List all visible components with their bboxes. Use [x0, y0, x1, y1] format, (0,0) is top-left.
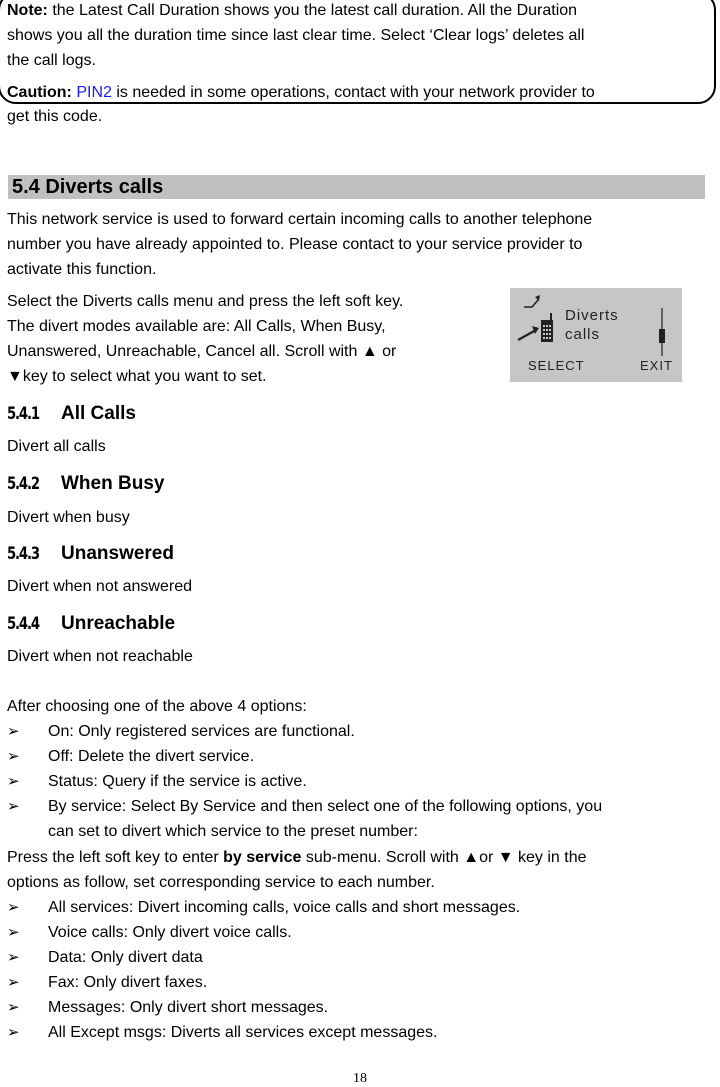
caution-label: Caution: — [7, 84, 72, 101]
intro-line: number you have already appointed to. Pl… — [7, 236, 583, 253]
instruction-line: Select the Diverts calls menu and press … — [7, 293, 404, 310]
service-item: Data: Only divert data — [48, 949, 203, 966]
by-service-pre: Press the left soft key to enter — [7, 849, 224, 866]
intro-line: activate this function. — [7, 261, 157, 278]
subsection-text: Divert all calls — [7, 438, 106, 455]
arrow-bullet-icon: ➢ — [7, 1024, 20, 1041]
scrollbar-thumb — [659, 329, 665, 343]
subsection-text: Divert when not reachable — [7, 648, 193, 665]
subsection-number: 5.4.4 — [7, 614, 40, 634]
subsection-title: All Calls — [61, 403, 136, 424]
arrow-bullet-icon: ➢ — [7, 798, 20, 815]
arrow-bullet-icon: ➢ — [7, 924, 20, 941]
note-line-2: shows you all the duration time since la… — [7, 27, 585, 44]
instruction-line: ▼key to select what you want to set. — [7, 368, 267, 385]
section-title: 5.4 Diverts calls — [12, 176, 164, 198]
arrow-bullet-icon: ➢ — [7, 773, 20, 790]
note-line-3: the call logs. — [7, 52, 96, 69]
option-item: On: Only registered services are functio… — [48, 723, 355, 740]
phone-menu-line-1: Diverts — [565, 307, 619, 324]
note-text: the Latest Call Duration shows you the l… — [47, 2, 578, 19]
intro-line: This network service is used to forward … — [7, 211, 593, 228]
subsection-number: 5.4.1 — [7, 404, 40, 424]
option-item: By service: Select By Service and then s… — [48, 798, 603, 815]
service-item: All services: Divert incoming calls, voi… — [48, 899, 521, 916]
service-item: Voice calls: Only divert voice calls. — [48, 924, 292, 941]
subsection-text: Divert when not answered — [7, 578, 192, 595]
caution-line: Caution: PIN2 is needed in some operatio… — [7, 83, 595, 103]
note-label: Note: — [7, 2, 48, 19]
options-intro: After choosing one of the above 4 option… — [7, 698, 307, 715]
option-item: Off: Delete the divert service. — [48, 748, 255, 765]
option-item-continued: can set to divert which service to the p… — [48, 823, 418, 840]
subsection-number: 5.4.2 — [7, 474, 40, 494]
by-service-line-2: options as follow, set corresponding ser… — [7, 874, 435, 891]
arrow-bullet-icon: ➢ — [7, 974, 20, 991]
arrow-bullet-icon: ➢ — [7, 748, 20, 765]
subsection-title: When Busy — [61, 473, 165, 494]
caution-line-2: get this code. — [7, 108, 103, 125]
arrow-bullet-icon: ➢ — [7, 899, 20, 916]
arrow-bullet-icon: ➢ — [7, 999, 20, 1016]
select-softkey: SELECT — [528, 358, 585, 373]
by-service-bold: by service — [223, 849, 302, 866]
by-service-post: sub-menu. Scroll with ▲or ▼ key in the — [301, 849, 587, 866]
instruction-line: Unanswered, Unreachable, Cancel all. Scr… — [7, 343, 397, 360]
by-service-line: Press the left soft key to enter by serv… — [7, 848, 587, 868]
subsection-number: 5.4.3 — [7, 544, 40, 564]
arrow-bullet-icon: ➢ — [7, 949, 20, 966]
arrow-bullet-icon: ➢ — [7, 723, 20, 740]
phone-screen-illustration: Diverts calls SELECT EXIT — [510, 288, 682, 382]
subsection-text: Divert when busy — [7, 509, 130, 526]
exit-softkey: EXIT — [640, 358, 673, 373]
service-item: All Except msgs: Diverts all services ex… — [48, 1024, 438, 1041]
instruction-line: The divert modes available are: All Call… — [7, 318, 386, 335]
option-item: Status: Query if the service is active. — [48, 773, 307, 790]
phone-menu-line-2: calls — [565, 326, 601, 343]
service-item: Messages: Only divert short messages. — [48, 999, 329, 1016]
subsection-title: Unreachable — [61, 613, 176, 634]
pin2-link[interactable]: PIN2 — [76, 84, 112, 101]
note-line-1: Note: the Latest Call Duration shows you… — [7, 1, 577, 21]
service-item: Fax: Only divert faxes. — [48, 974, 208, 991]
subsection-title: Unanswered — [61, 543, 174, 564]
caution-text: is needed in some operations, contact wi… — [111, 84, 595, 101]
